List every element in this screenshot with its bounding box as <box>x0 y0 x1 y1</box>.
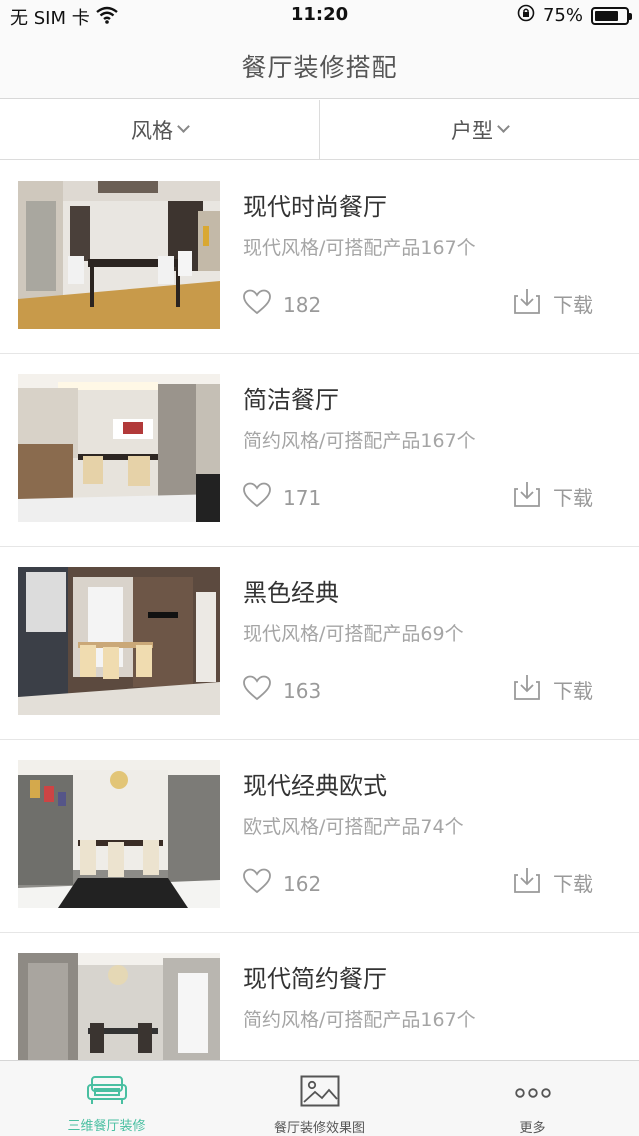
list-item[interactable]: 黑色经典 现代风格/可搭配产品69个 163 下载 <box>0 547 639 740</box>
like-count: 162 <box>283 871 322 896</box>
tab-more[interactable]: 更多 <box>426 1061 639 1136</box>
image-icon <box>300 1075 340 1111</box>
item-title: 现代简约餐厅 <box>243 965 387 993</box>
item-subtitle: 现代风格/可搭配产品69个 <box>243 623 464 645</box>
download-icon <box>513 673 541 706</box>
tab-label: 餐厅装修效果图 <box>273 1121 365 1136</box>
like-button[interactable]: 162 <box>243 868 321 899</box>
like-button[interactable]: 163 <box>243 675 321 706</box>
battery-level <box>595 10 618 21</box>
status-right: 75% <box>517 4 632 27</box>
list-item[interactable]: 现代简约餐厅 简约风格/可搭配产品167个 <box>0 933 639 1060</box>
download-label: 下载 <box>553 293 593 317</box>
filter-layout-dropdown[interactable]: 户型 <box>319 100 639 159</box>
heart-icon <box>243 868 271 899</box>
design-thumbnail[interactable] <box>18 374 220 522</box>
item-title: 简洁餐厅 <box>243 386 339 414</box>
download-icon <box>513 480 541 513</box>
design-thumbnail[interactable] <box>18 567 220 715</box>
chevron-down-icon <box>497 120 510 133</box>
download-label: 下载 <box>553 872 593 896</box>
like-count: 171 <box>283 485 322 510</box>
tab-label: 更多 <box>519 1121 546 1136</box>
battery-percent: 75% <box>542 5 583 26</box>
tab-label: 三维餐厅装修 <box>67 1119 146 1134</box>
orientation-lock-icon <box>517 4 535 27</box>
download-icon <box>513 866 541 899</box>
download-button[interactable]: 下载 <box>513 480 593 513</box>
item-subtitle: 欧式风格/可搭配产品74个 <box>243 816 464 838</box>
list-item[interactable]: 现代时尚餐厅 现代风格/可搭配产品167个 182 下载 <box>0 161 639 354</box>
tab-dining-renderings[interactable]: 餐厅装修效果图 <box>213 1061 426 1136</box>
item-subtitle: 简约风格/可搭配产品167个 <box>243 430 476 452</box>
status-bar: 无 SIM 卡 11:20 75% <box>0 0 639 34</box>
download-button[interactable]: 下载 <box>513 287 593 320</box>
download-button[interactable]: 下载 <box>513 866 593 899</box>
like-count: 182 <box>283 292 322 317</box>
download-label: 下载 <box>553 486 593 510</box>
design-thumbnail[interactable] <box>18 181 220 329</box>
item-title: 黑色经典 <box>243 579 339 607</box>
filter-layout-label: 户型 <box>451 118 493 143</box>
download-button[interactable]: 下载 <box>513 673 593 706</box>
like-button[interactable]: 171 <box>243 482 321 513</box>
sofa-icon <box>86 1075 128 1109</box>
heart-icon <box>243 482 271 513</box>
chevron-down-icon <box>177 120 190 133</box>
nav-bar: 餐厅装修搭配 <box>0 34 639 99</box>
list-item[interactable]: 简洁餐厅 简约风格/可搭配产品167个 171 下载 <box>0 354 639 547</box>
filter-bar: 风格 户型 <box>0 100 639 160</box>
tab-3d-dining-design[interactable]: 三维餐厅装修 <box>0 1061 213 1136</box>
item-subtitle: 简约风格/可搭配产品167个 <box>243 1009 476 1031</box>
heart-icon <box>243 289 271 320</box>
battery-icon <box>591 6 632 25</box>
download-label: 下载 <box>553 679 593 703</box>
page-title: 餐厅装修搭配 <box>241 53 398 82</box>
list-item[interactable]: 现代经典欧式 欧式风格/可搭配产品74个 162 下载 <box>0 740 639 933</box>
design-thumbnail[interactable] <box>18 953 220 1060</box>
more-icon <box>513 1075 553 1111</box>
filter-style-label: 风格 <box>131 118 173 143</box>
design-list: 现代时尚餐厅 现代风格/可搭配产品167个 182 下载 简洁餐厅 简约风格/可… <box>0 161 639 1060</box>
like-count: 163 <box>283 678 322 703</box>
item-title: 现代经典欧式 <box>243 772 387 800</box>
heart-icon <box>243 675 271 706</box>
item-subtitle: 现代风格/可搭配产品167个 <box>243 237 476 259</box>
item-title: 现代时尚餐厅 <box>243 193 387 221</box>
design-thumbnail[interactable] <box>18 760 220 908</box>
tab-bar: 三维餐厅装修 餐厅装修效果图 更多 <box>0 1060 639 1136</box>
like-button[interactable]: 182 <box>243 289 321 320</box>
filter-style-dropdown[interactable]: 风格 <box>0 100 319 159</box>
download-icon <box>513 287 541 320</box>
